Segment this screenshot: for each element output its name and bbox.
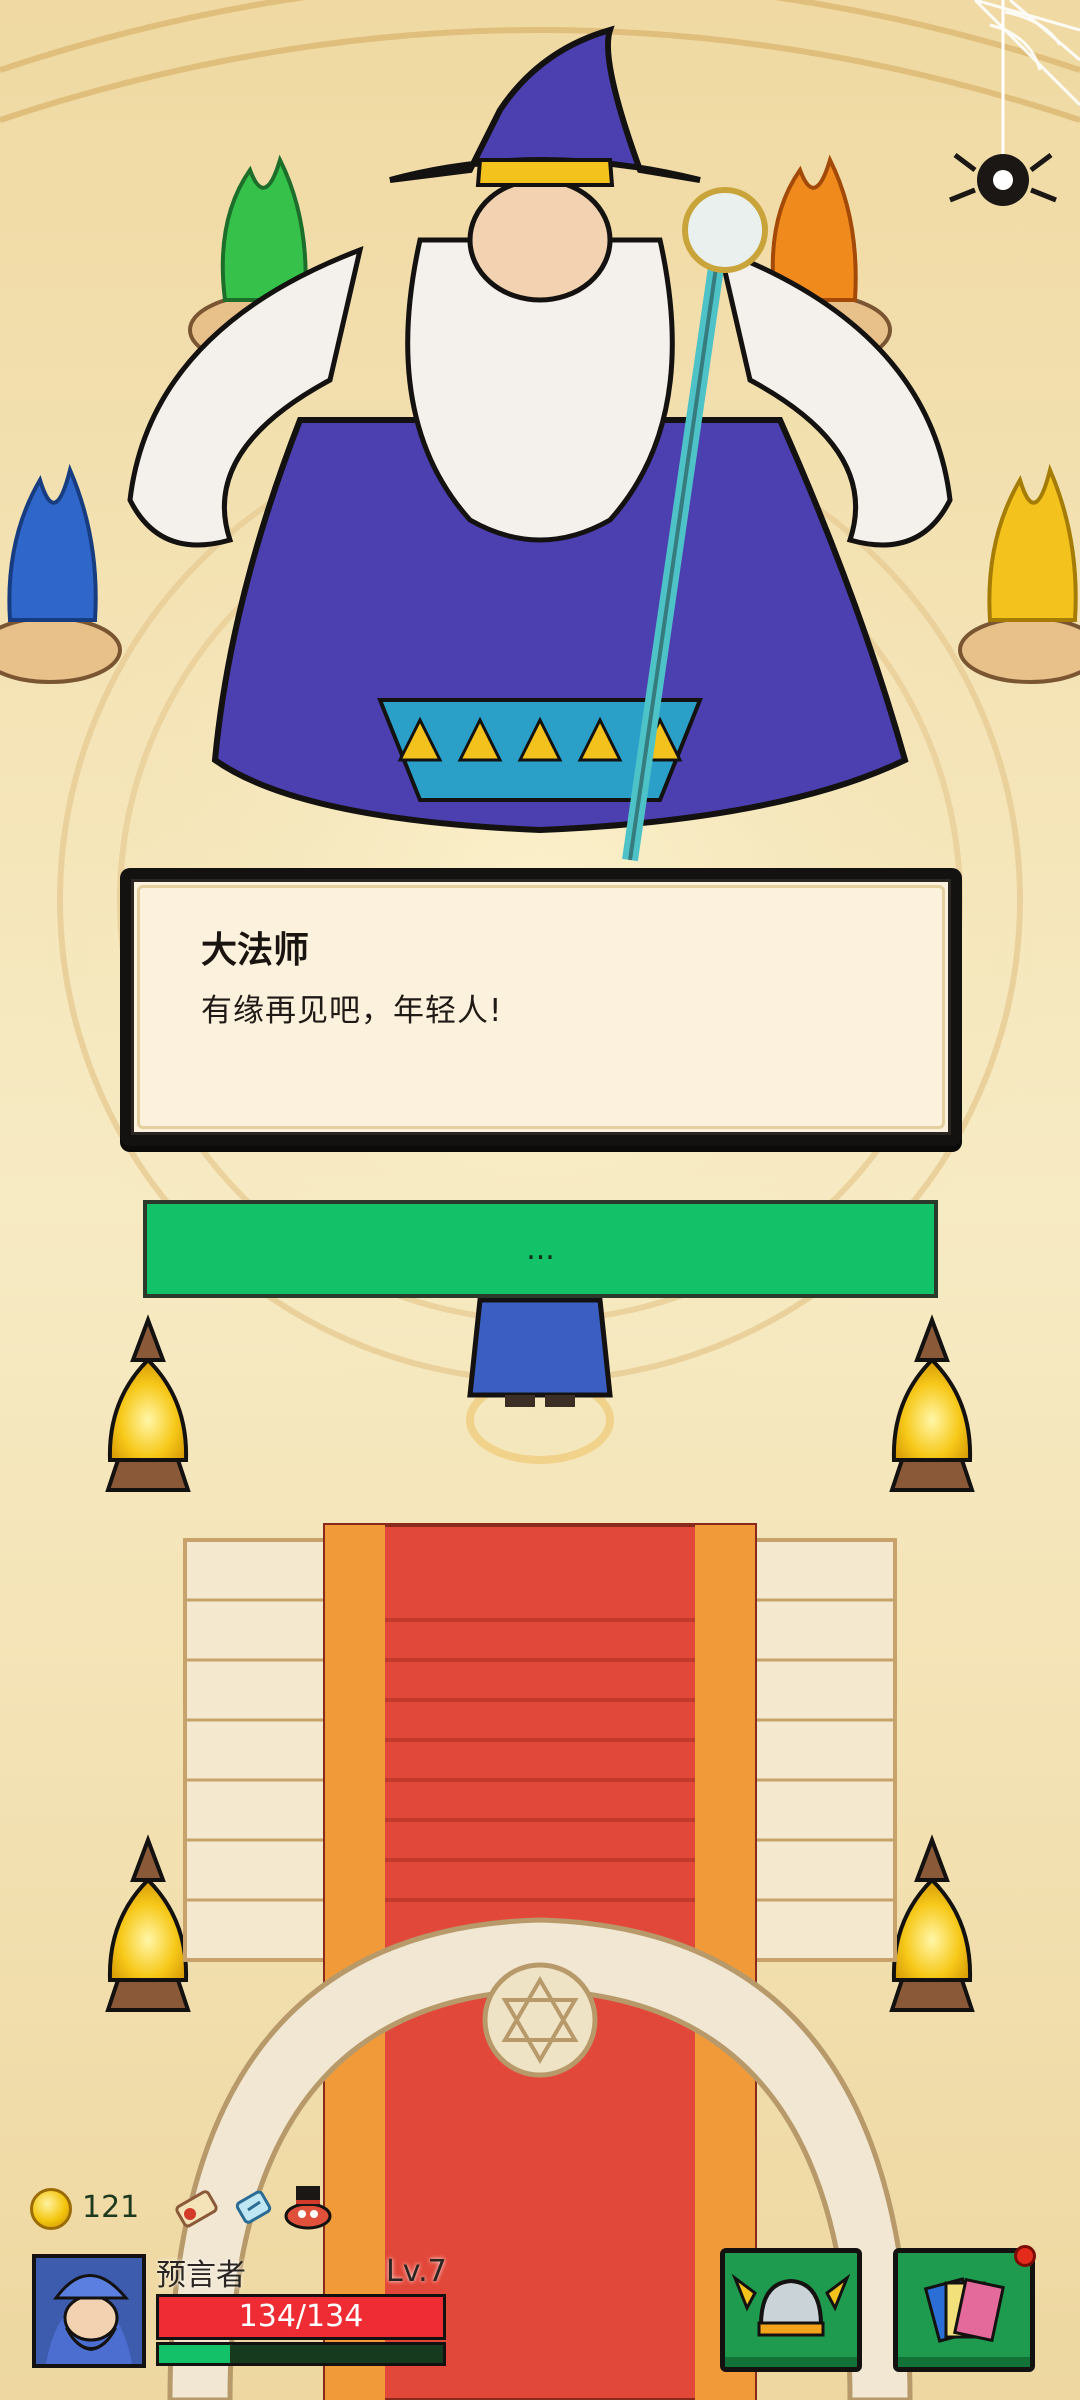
- player-avatar[interactable]: [32, 2254, 146, 2368]
- ice-crystal-icon[interactable]: [226, 2180, 282, 2236]
- prophet-portrait-icon: [36, 2258, 142, 2364]
- gold-count: 121: [82, 2190, 140, 2225]
- continue-choice-button[interactable]: ...: [143, 1200, 938, 1298]
- scroll-icon[interactable]: [168, 2180, 224, 2236]
- winged-helmet-icon: [731, 2273, 851, 2337]
- hp-text: 134/134: [238, 2299, 364, 2334]
- hp-bar: 134/134: [156, 2294, 446, 2340]
- dialog-box: 大法师 有缘再见吧，年轻人!: [120, 868, 962, 1146]
- bottom-hud: 121 预言者 Lv.7 134/134: [0, 2170, 1080, 2400]
- player-name: 预言者: [156, 2258, 246, 2293]
- equipment-button[interactable]: [720, 2248, 862, 2372]
- gold-coin-icon: [30, 2188, 72, 2230]
- frog-hat-icon[interactable]: [280, 2180, 336, 2236]
- xp-bar-fill: [159, 2345, 230, 2363]
- card-deck-icon: [923, 2277, 1005, 2343]
- notification-dot: [1014, 2245, 1036, 2267]
- speaker-name: 大法师: [201, 930, 310, 971]
- xp-bar: [156, 2342, 446, 2366]
- dialog-text: 有缘再见吧，年轻人!: [201, 993, 503, 1029]
- cards-button[interactable]: [893, 2245, 1036, 2372]
- player-level: Lv.7: [386, 2254, 447, 2289]
